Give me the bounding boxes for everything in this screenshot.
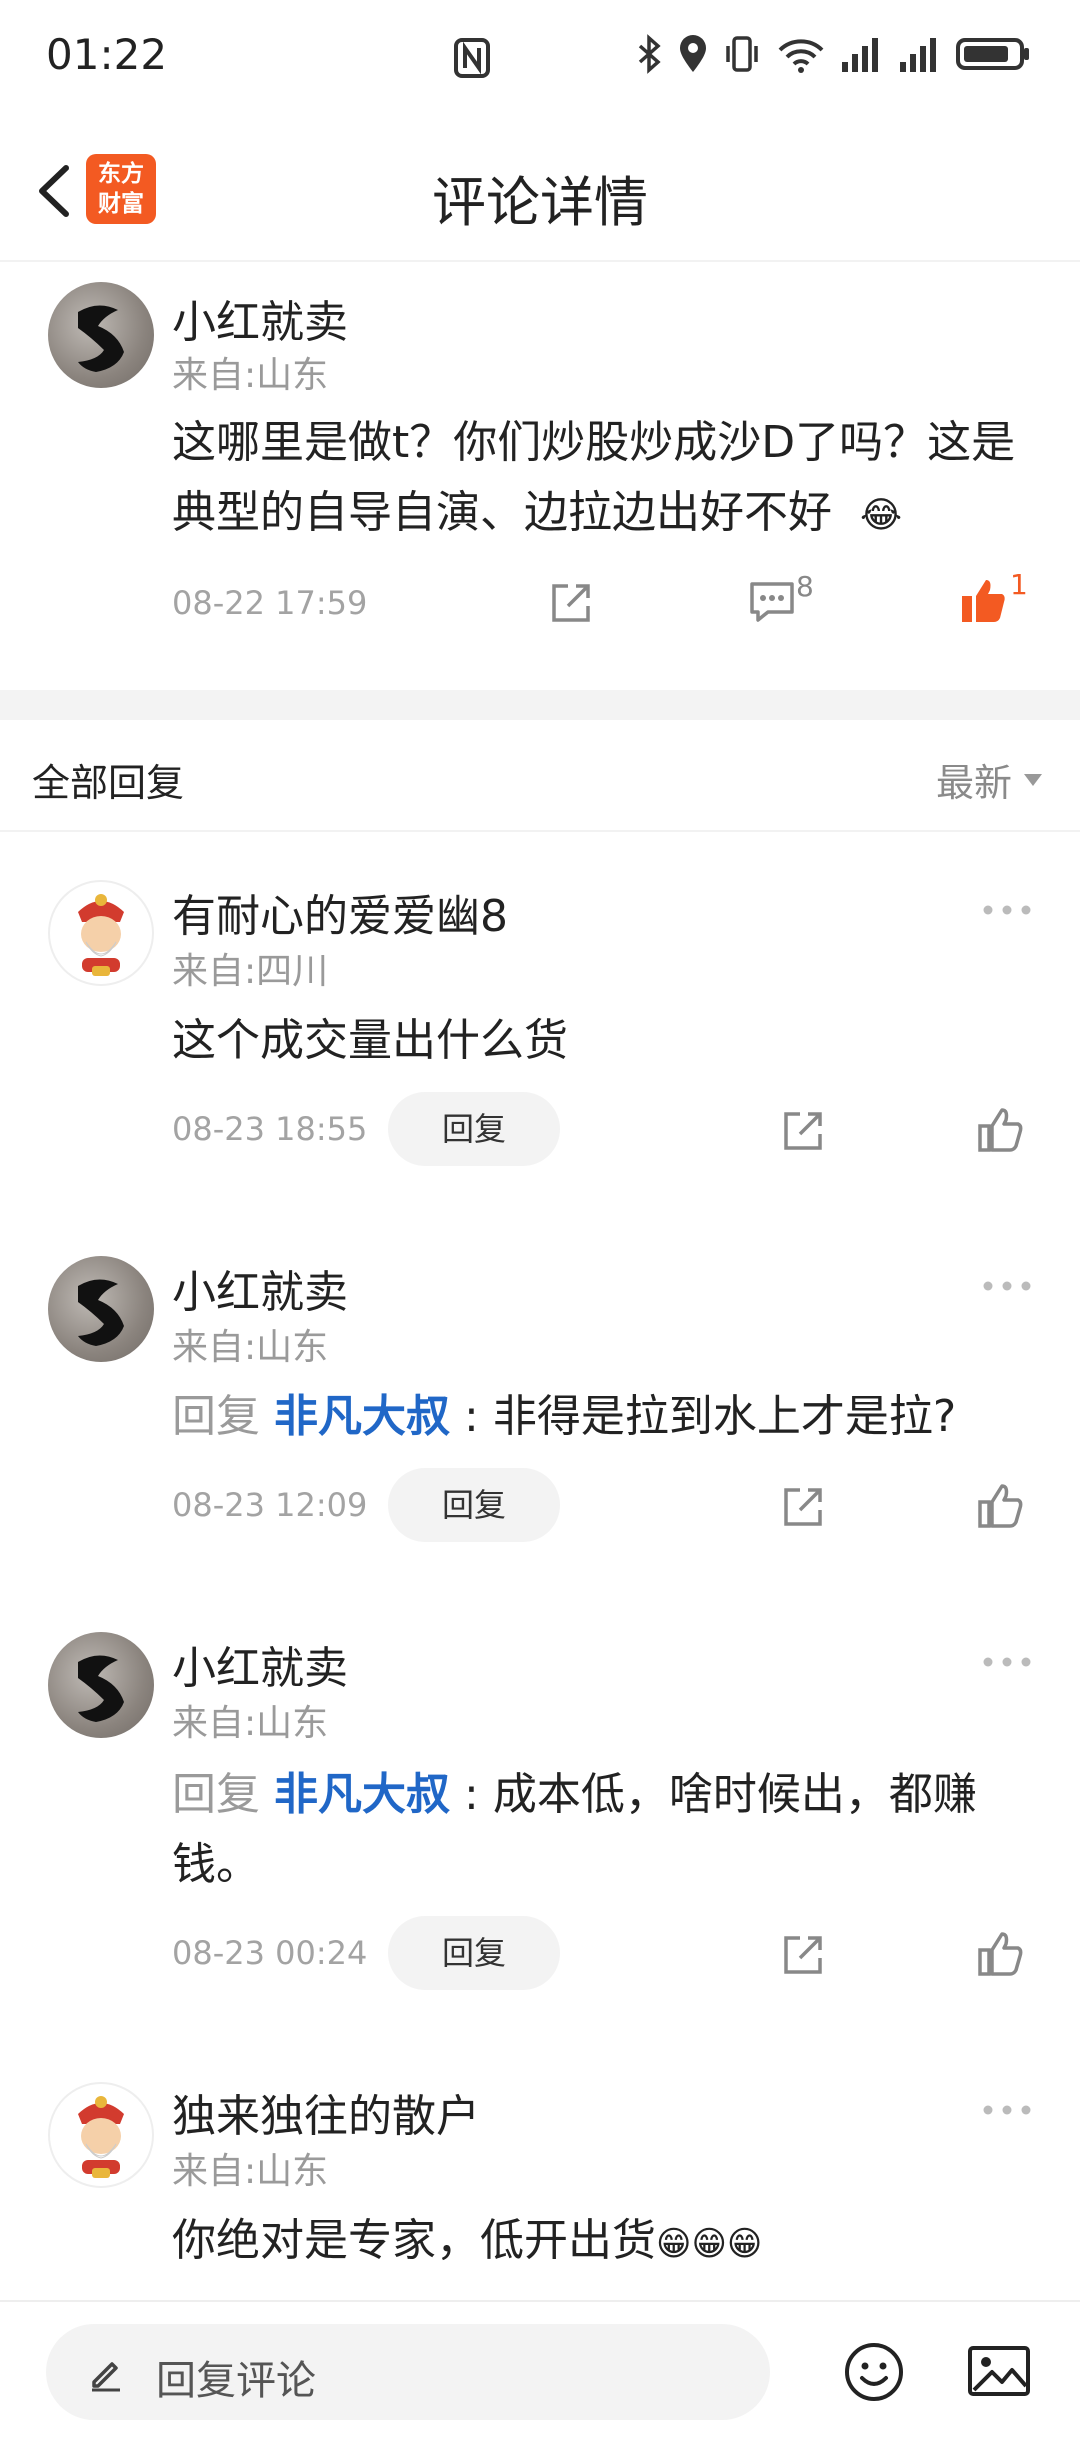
timestamp: 08-23 00:24 [172, 1934, 368, 1972]
status-bar: 01:22 [0, 0, 1080, 120]
more-options-icon[interactable] [982, 904, 1032, 916]
page-title: 评论详情 [432, 171, 648, 234]
signal-icon-2 [900, 38, 936, 72]
battery-icon [956, 38, 1029, 70]
thumbs-up-icon[interactable] [976, 1104, 1026, 1154]
bottom-bar: 回复评论 [0, 2300, 1080, 2442]
share-icon[interactable] [548, 578, 596, 626]
pencil-icon [92, 2362, 120, 2392]
wifi-icon [778, 39, 824, 73]
grin-emoji-icon: 😁😁😁 [656, 2224, 763, 2264]
location: 来自:山东 [172, 2151, 329, 2192]
reply-comment-input[interactable]: 回复评论 [46, 2324, 770, 2420]
timestamp: 08-23 18:55 [172, 1110, 368, 1148]
vibrate-icon [726, 36, 758, 72]
more-options-icon[interactable] [982, 1280, 1032, 1292]
avatar[interactable] [48, 1632, 154, 1738]
location-icon [680, 35, 706, 72]
avatar-image [78, 305, 124, 372]
share-icon[interactable] [780, 1482, 828, 1530]
avatar[interactable] [48, 2082, 154, 2188]
thumbs-up-filled-icon[interactable] [958, 574, 1010, 626]
sort-label: 最新 [935, 761, 1012, 805]
comment-count: 8 [796, 570, 814, 603]
image-icon[interactable] [966, 2342, 1032, 2400]
reply-text-content: 非得是拉到水上才是拉? [492, 1391, 957, 1442]
comment-text: 这哪里是做t？你们炒股炒成沙D了吗？这是典型的自导自演、边拉边出好不好 😂 [172, 408, 1040, 551]
avatar-image [78, 2096, 124, 2178]
username[interactable]: 有耐心的爱爱幽8 [172, 880, 508, 944]
reply-prefix: 回复 [172, 1391, 260, 1442]
more-options-icon[interactable] [982, 2104, 1032, 2116]
share-icon[interactable] [780, 1930, 828, 1978]
avatar[interactable] [48, 1256, 154, 1362]
reply-button[interactable]: 回复 [388, 1468, 560, 1542]
emoji-icon[interactable] [842, 2340, 906, 2404]
status-icons [636, 34, 1032, 74]
sort-dropdown[interactable]: 最新 [936, 752, 1044, 807]
location: 来自:四川 [172, 951, 329, 992]
reply-target-user[interactable]: 非凡大叔 [274, 1769, 450, 1820]
reply-input-placeholder: 回复评论 [156, 2358, 316, 2404]
reply-text: 这个成交量出什么货 [172, 1015, 568, 1066]
reply-prefix: 回复 [172, 1769, 260, 1820]
reply-text: 你绝对是专家，低开出货😁😁😁 [172, 2206, 1040, 2279]
location: 来自:山东 [172, 355, 329, 396]
timestamp: 08-22 17:59 [172, 584, 368, 622]
like-count: 1 [1010, 568, 1028, 601]
avatar-image [78, 1279, 124, 1346]
caret-down-icon [1024, 773, 1042, 786]
reply-text: 回复 非凡大叔 : 成本低，啥时候出，都赚钱。 [172, 1769, 977, 1890]
thumbs-up-icon[interactable] [976, 1480, 1026, 1530]
location: 来自:山东 [172, 1703, 329, 1744]
avatar-image [78, 894, 124, 976]
bluetooth-icon [638, 34, 661, 74]
avatar[interactable] [48, 282, 154, 388]
replies-header-label: 全部回复 [32, 761, 185, 805]
reply-button[interactable]: 回复 [388, 1092, 560, 1166]
section-divider [0, 690, 1080, 720]
reply-text: 回复 非凡大叔 : 非得是拉到水上才是拉? [172, 1391, 957, 1442]
reply-button[interactable]: 回复 [388, 1916, 560, 1990]
username[interactable]: 独来独往的散户 [172, 2080, 480, 2144]
timestamp: 08-23 12:09 [172, 1486, 368, 1524]
avatar-image [78, 1655, 124, 1722]
signal-icon [842, 38, 878, 72]
reply-text-content: 你绝对是专家，低开出货 [172, 2215, 656, 2266]
username[interactable]: 小红就卖 [172, 286, 348, 350]
username[interactable]: 小红就卖 [172, 1256, 348, 1320]
reply-target-user[interactable]: 非凡大叔 [274, 1391, 450, 1442]
username[interactable]: 小红就卖 [172, 1632, 348, 1696]
replies-header: 全部回复 最新 [0, 720, 1080, 832]
comment-icon[interactable] [746, 578, 798, 626]
title-bar: 东方 财富 评论详情 [0, 120, 1080, 262]
avatar[interactable] [48, 880, 154, 986]
thumbs-up-icon[interactable] [976, 1928, 1026, 1978]
more-options-icon[interactable] [982, 1656, 1032, 1668]
location: 来自:山东 [172, 1327, 329, 1368]
status-time: 01:22 [46, 30, 168, 79]
laugh-emoji-icon: 😂 [860, 495, 903, 536]
share-icon[interactable] [780, 1106, 828, 1154]
nfc-icon [454, 38, 490, 78]
